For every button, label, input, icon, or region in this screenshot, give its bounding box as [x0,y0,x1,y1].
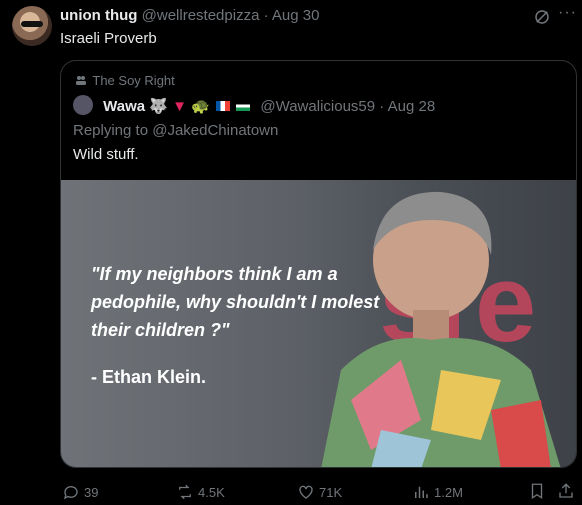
like-count: 71K [319,485,343,500]
views-count: 1.2M [434,485,463,500]
tweet-header: union thug @wellrestedpizza · Aug 30 [60,7,319,24]
image-quote-text: "If my neighbors think I am a pedophile,… [91,264,380,340]
turtle-emoji-icon: 🐢 [191,98,210,115]
tweet-time[interactable]: · Aug 30 [264,7,320,24]
quoted-text: Wild stuff. [73,146,139,163]
author-handle[interactable]: @wellrestedpizza [142,7,260,24]
palestine-flag-icon [236,101,251,111]
tweet-text: Israeli Proverb [60,30,157,47]
quoted-header: Wawa 🐺 ▼ 🐢 @Wawalicious59 · Aug 28 [73,95,435,115]
quoted-author-handle[interactable]: @Wawalicious59 [260,98,375,115]
bookmark-icon[interactable] [528,482,546,500]
like-button[interactable]: 71K [297,483,342,501]
reply-icon [63,486,78,500]
quoted-author-name[interactable]: Wawa [103,98,145,115]
replying-handle[interactable]: @JakedChinatown [152,122,278,139]
quoted-image[interactable]: sre "If my neighbors think I am a pedoph… [61,180,576,467]
france-flag-icon [216,101,231,111]
image-quote-author: - Ethan Klein. [91,367,207,387]
reply-button[interactable]: 39 [62,483,98,501]
views-button[interactable]: 1.2M [412,483,463,501]
share-icon[interactable] [557,482,575,500]
author-name[interactable]: union thug [60,7,137,24]
quoted-time[interactable]: · Aug 28 [379,98,435,115]
repost-icon [179,484,191,500]
views-icon [415,486,428,498]
repost-count: 4.5K [198,485,225,500]
quoted-avatar[interactable] [73,95,93,115]
author-avatar[interactable] [12,6,52,46]
more-options-icon[interactable]: ··· [558,4,577,22]
red-triangle-icon: ▼ [172,98,188,115]
wolf-emoji-icon: 🐺 [149,98,168,115]
quoted-tweet[interactable]: The Soy Right Wawa 🐺 ▼ 🐢 @Wawalicious59 … [60,60,577,468]
repost-button[interactable]: 4.5K [176,483,225,501]
replying-to: Replying to @JakedChinatown [73,122,278,139]
community-icon [76,76,86,85]
replying-prefix: Replying to [73,122,149,139]
grok-icon[interactable] [533,8,551,26]
heart-icon [299,485,313,499]
community-name: The Soy Right [92,73,175,88]
community-label[interactable]: The Soy Right [75,73,175,88]
reply-count: 39 [84,485,99,500]
